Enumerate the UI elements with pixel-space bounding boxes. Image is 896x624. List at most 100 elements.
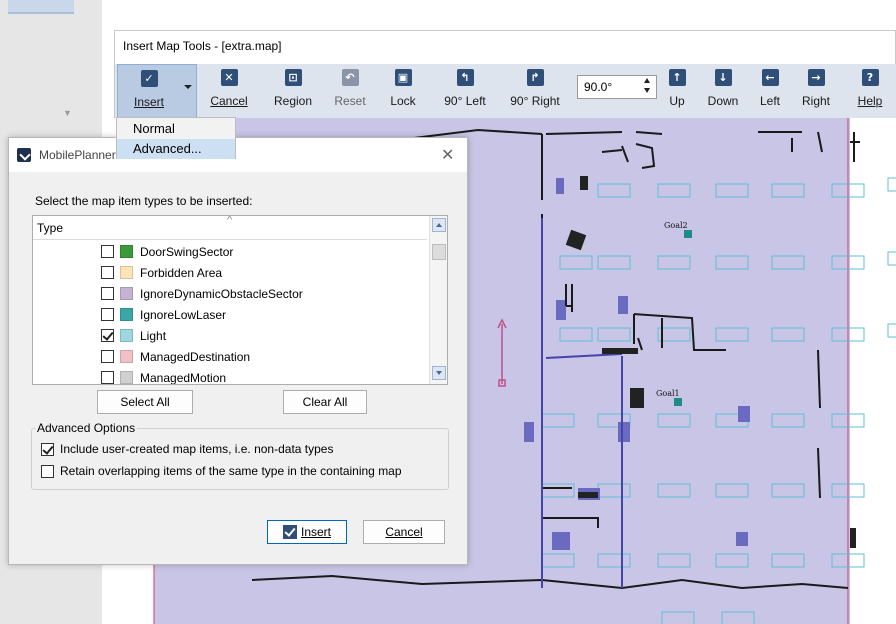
list-item-ignorelowlaser[interactable]: IgnoreLowLaser xyxy=(101,304,226,325)
lock-button[interactable]: ▣ Lock xyxy=(385,64,421,118)
list-item-forbidden-area[interactable]: Forbidden Area xyxy=(101,262,222,283)
arrow-down-icon: ↓ xyxy=(714,69,732,86)
move-right-button[interactable]: → Right xyxy=(799,64,833,118)
rotate-left-label: 90° Left xyxy=(444,94,486,108)
region-label: Region xyxy=(273,94,313,108)
arrow-left-icon: ← xyxy=(761,69,779,86)
dialog-insert-label: Insert xyxy=(300,525,331,539)
option-label: Retain overlapping items of the same typ… xyxy=(60,464,402,478)
dialog-cancel-button[interactable]: Cancel xyxy=(363,520,445,544)
goal1-marker xyxy=(674,398,682,406)
insert-button[interactable]: ✓ Insert xyxy=(117,64,197,118)
rotate-right-label: 90° Right xyxy=(510,94,560,108)
list-item-doorswingsector[interactable]: DoorSwingSector xyxy=(101,241,233,262)
dialog-cancel-label: Cancel xyxy=(385,525,423,539)
item-label: Forbidden Area xyxy=(140,265,223,280)
doorswing-swatch-icon xyxy=(120,245,133,258)
lock-icon: ▣ xyxy=(394,69,412,86)
check-icon xyxy=(282,524,297,539)
mobileplanner-app-icon xyxy=(17,148,31,162)
list-header[interactable]: Type ^ xyxy=(33,216,427,240)
spin-down-icon[interactable] xyxy=(644,88,650,93)
advanced-options-group xyxy=(31,428,449,490)
include-user-items-checkbox[interactable] xyxy=(41,442,54,456)
reset-icon: ↶ xyxy=(341,69,359,86)
forbidden-swatch-icon xyxy=(120,266,133,279)
ignoredynamic-swatch-icon xyxy=(120,287,133,300)
select-map-items-dialog: MobilePlanner ✕ Select the map item type… xyxy=(8,137,468,565)
dropdown-arrow-icon[interactable] xyxy=(184,85,192,89)
manageddestination-swatch-icon xyxy=(120,350,133,363)
item-label: IgnoreDynamicObstacleSector xyxy=(140,286,303,301)
list-item-ignoredynamicobstaclesector[interactable]: IgnoreDynamicObstacleSector xyxy=(101,283,303,304)
item-checkbox[interactable] xyxy=(101,266,114,279)
item-label: DoorSwingSector xyxy=(140,244,234,259)
light-swatch-icon xyxy=(120,329,133,342)
managedmotion-swatch-icon xyxy=(120,371,133,384)
ignorelowlaser-swatch-icon xyxy=(120,308,133,321)
item-checkbox[interactable] xyxy=(101,329,114,342)
sort-ascending-icon: ^ xyxy=(227,215,233,226)
list-scrollbar[interactable] xyxy=(429,216,447,384)
scroll-thumb[interactable] xyxy=(432,244,446,260)
left-label: Left xyxy=(759,94,780,108)
angle-spinbox[interactable]: 90.0° xyxy=(577,75,657,99)
move-down-button[interactable]: ↓ Down xyxy=(703,64,743,118)
dialog-title: MobilePlanner xyxy=(39,148,116,162)
rotate-left-icon: ↰ xyxy=(456,69,474,86)
close-icon[interactable]: ✕ xyxy=(441,145,454,164)
item-checkbox[interactable] xyxy=(101,371,114,384)
retain-overlapping-checkbox[interactable] xyxy=(41,464,54,478)
region-button[interactable]: ⊡ Region xyxy=(269,64,317,118)
window-title: Insert Map Tools - [extra.map] xyxy=(123,39,282,53)
help-label: Help xyxy=(857,94,883,108)
list-item-light[interactable]: Light xyxy=(101,325,166,346)
arrow-up-icon: ↑ xyxy=(668,69,686,86)
chevron-down-icon: ▼ xyxy=(63,108,72,118)
rotate-left-button[interactable]: ↰ 90° Left xyxy=(437,64,493,118)
scroll-down-icon[interactable] xyxy=(432,366,446,380)
map-item-type-list[interactable]: Type ^ DoorSwingSector Forbidden Area Ig… xyxy=(32,215,448,385)
item-label: ManagedMotion xyxy=(140,370,227,385)
reset-button[interactable]: ↶ Reset xyxy=(327,64,373,118)
select-all-button[interactable]: Select All xyxy=(97,390,193,414)
help-icon: ? xyxy=(861,69,879,86)
angle-value: 90.0° xyxy=(584,80,613,94)
list-item-manageddestination[interactable]: ManagedDestination xyxy=(101,346,250,367)
rotate-right-button[interactable]: ↱ 90° Right xyxy=(503,64,567,118)
cancel-button[interactable]: ✕ Cancel xyxy=(206,64,252,118)
item-checkbox[interactable] xyxy=(101,350,114,363)
menu-item-advanced[interactable]: Advanced... xyxy=(117,139,235,159)
dialog-insert-button[interactable]: Insert xyxy=(267,520,347,544)
move-up-button[interactable]: ↑ Up xyxy=(665,64,689,118)
goal2-label: Goal2 xyxy=(664,221,688,230)
item-checkbox[interactable] xyxy=(101,308,114,321)
item-checkbox[interactable] xyxy=(101,287,114,300)
dialog-prompt: Select the map item types to be inserted… xyxy=(35,194,253,208)
item-label: ManagedDestination xyxy=(140,349,251,364)
cancel-label: Cancel xyxy=(210,94,248,108)
lock-label: Lock xyxy=(390,94,416,108)
item-checkbox[interactable] xyxy=(101,245,114,258)
insert-dropdown-menu: Normal Advanced... xyxy=(116,117,236,159)
list-item-managedmotion[interactable]: ManagedMotion xyxy=(101,367,227,385)
insert-label: Insert xyxy=(133,95,164,109)
check-icon: ✓ xyxy=(140,70,158,87)
insert-map-tools-window: Insert Map Tools - [extra.map] ✓ Insert … xyxy=(114,30,896,118)
move-left-button[interactable]: ← Left xyxy=(755,64,785,118)
goal2-marker xyxy=(684,230,692,238)
option-label: Include user-created map items, i.e. non… xyxy=(60,442,334,456)
retain-overlapping-option[interactable]: Retain overlapping items of the same typ… xyxy=(41,464,402,478)
down-label: Down xyxy=(707,94,739,108)
up-label: Up xyxy=(669,94,685,108)
scroll-up-icon[interactable] xyxy=(432,218,446,232)
clear-all-button[interactable]: Clear All xyxy=(283,390,367,414)
item-label: IgnoreLowLaser xyxy=(140,307,227,322)
help-button[interactable]: ? Help xyxy=(855,64,885,118)
reset-label: Reset xyxy=(334,94,366,108)
dialog-titlebar: MobilePlanner ✕ xyxy=(9,138,467,172)
spin-up-icon[interactable] xyxy=(644,78,650,83)
menu-item-normal[interactable]: Normal xyxy=(117,119,235,139)
region-icon: ⊡ xyxy=(284,69,302,86)
include-user-items-option[interactable]: Include user-created map items, i.e. non… xyxy=(41,442,333,456)
